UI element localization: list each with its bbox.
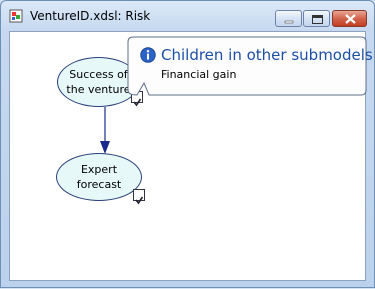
node-expert-forecast[interactable]: Expert forecast bbox=[56, 153, 142, 201]
checkmark-icon bbox=[133, 98, 142, 107]
node-checkbox-icon[interactable] bbox=[133, 189, 145, 205]
callout-bubble bbox=[127, 36, 367, 96]
info-icon bbox=[140, 47, 156, 63]
checkmark-icon bbox=[135, 196, 144, 205]
node-label: Expert forecast bbox=[76, 163, 122, 191]
tooltip-callout bbox=[127, 36, 367, 96]
node-label-line1: Success of bbox=[69, 68, 128, 81]
app-window: VentureID.xdsl: Risk Success of the vent… bbox=[0, 0, 375, 288]
callout-title: Children in other submodels bbox=[161, 46, 373, 64]
node-label-line2: the venture bbox=[66, 83, 131, 96]
callout-subtitle: Financial gain bbox=[161, 68, 237, 81]
